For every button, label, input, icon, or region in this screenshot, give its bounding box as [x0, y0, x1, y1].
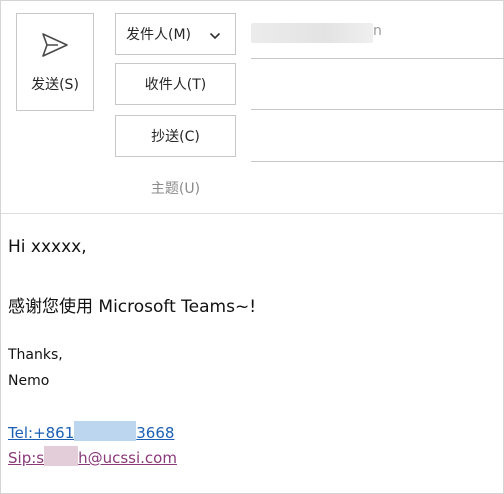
to-label: 收件人(T)	[144, 77, 207, 93]
tel-prefix: Tel:+861	[8, 424, 75, 442]
subject-label: 主题(U)	[150, 181, 201, 197]
greeting-text: Hi xxxxx,	[8, 237, 87, 257]
cc-button[interactable]: 抄送(C)	[115, 115, 236, 157]
from-address-tail: n	[373, 23, 382, 39]
to-input-underline	[251, 109, 504, 110]
cc-input-underline	[251, 161, 504, 162]
sip-link[interactable]: Sip:s h@ucssi.com	[8, 446, 177, 467]
subject-divider	[1, 213, 504, 214]
send-icon	[40, 30, 70, 74]
tel-suffix: 3668	[136, 424, 175, 442]
sip-prefix: Sip:s	[8, 449, 45, 467]
thanks-text: 感谢您使用 Microsoft Teams~!	[8, 297, 257, 317]
redacted-area	[251, 23, 373, 43]
signature-name: Nemo	[8, 373, 50, 389]
chevron-down-icon	[209, 29, 221, 45]
cc-label: 抄送(C)	[151, 129, 200, 145]
redacted-area	[74, 421, 137, 441]
to-button[interactable]: 收件人(T)	[115, 63, 236, 105]
from-divider	[251, 58, 504, 59]
redacted-area	[44, 446, 79, 466]
send-button[interactable]: 发送(S)	[16, 13, 94, 111]
from-address-field[interactable]: n	[251, 21, 382, 45]
from-label: 发件人(M)	[126, 27, 192, 43]
tel-link[interactable]: Tel:+861 3668	[8, 421, 174, 442]
send-label: 发送(S)	[31, 77, 79, 93]
signature-thanks: Thanks,	[8, 347, 63, 363]
sip-suffix: h@ucssi.com	[78, 449, 177, 467]
from-button[interactable]: 发件人(M)	[115, 13, 236, 55]
compose-window: 发送(S) 发件人(M) n 收件人(T) 抄送(C) 主题(U) Hi xxx…	[0, 0, 504, 494]
